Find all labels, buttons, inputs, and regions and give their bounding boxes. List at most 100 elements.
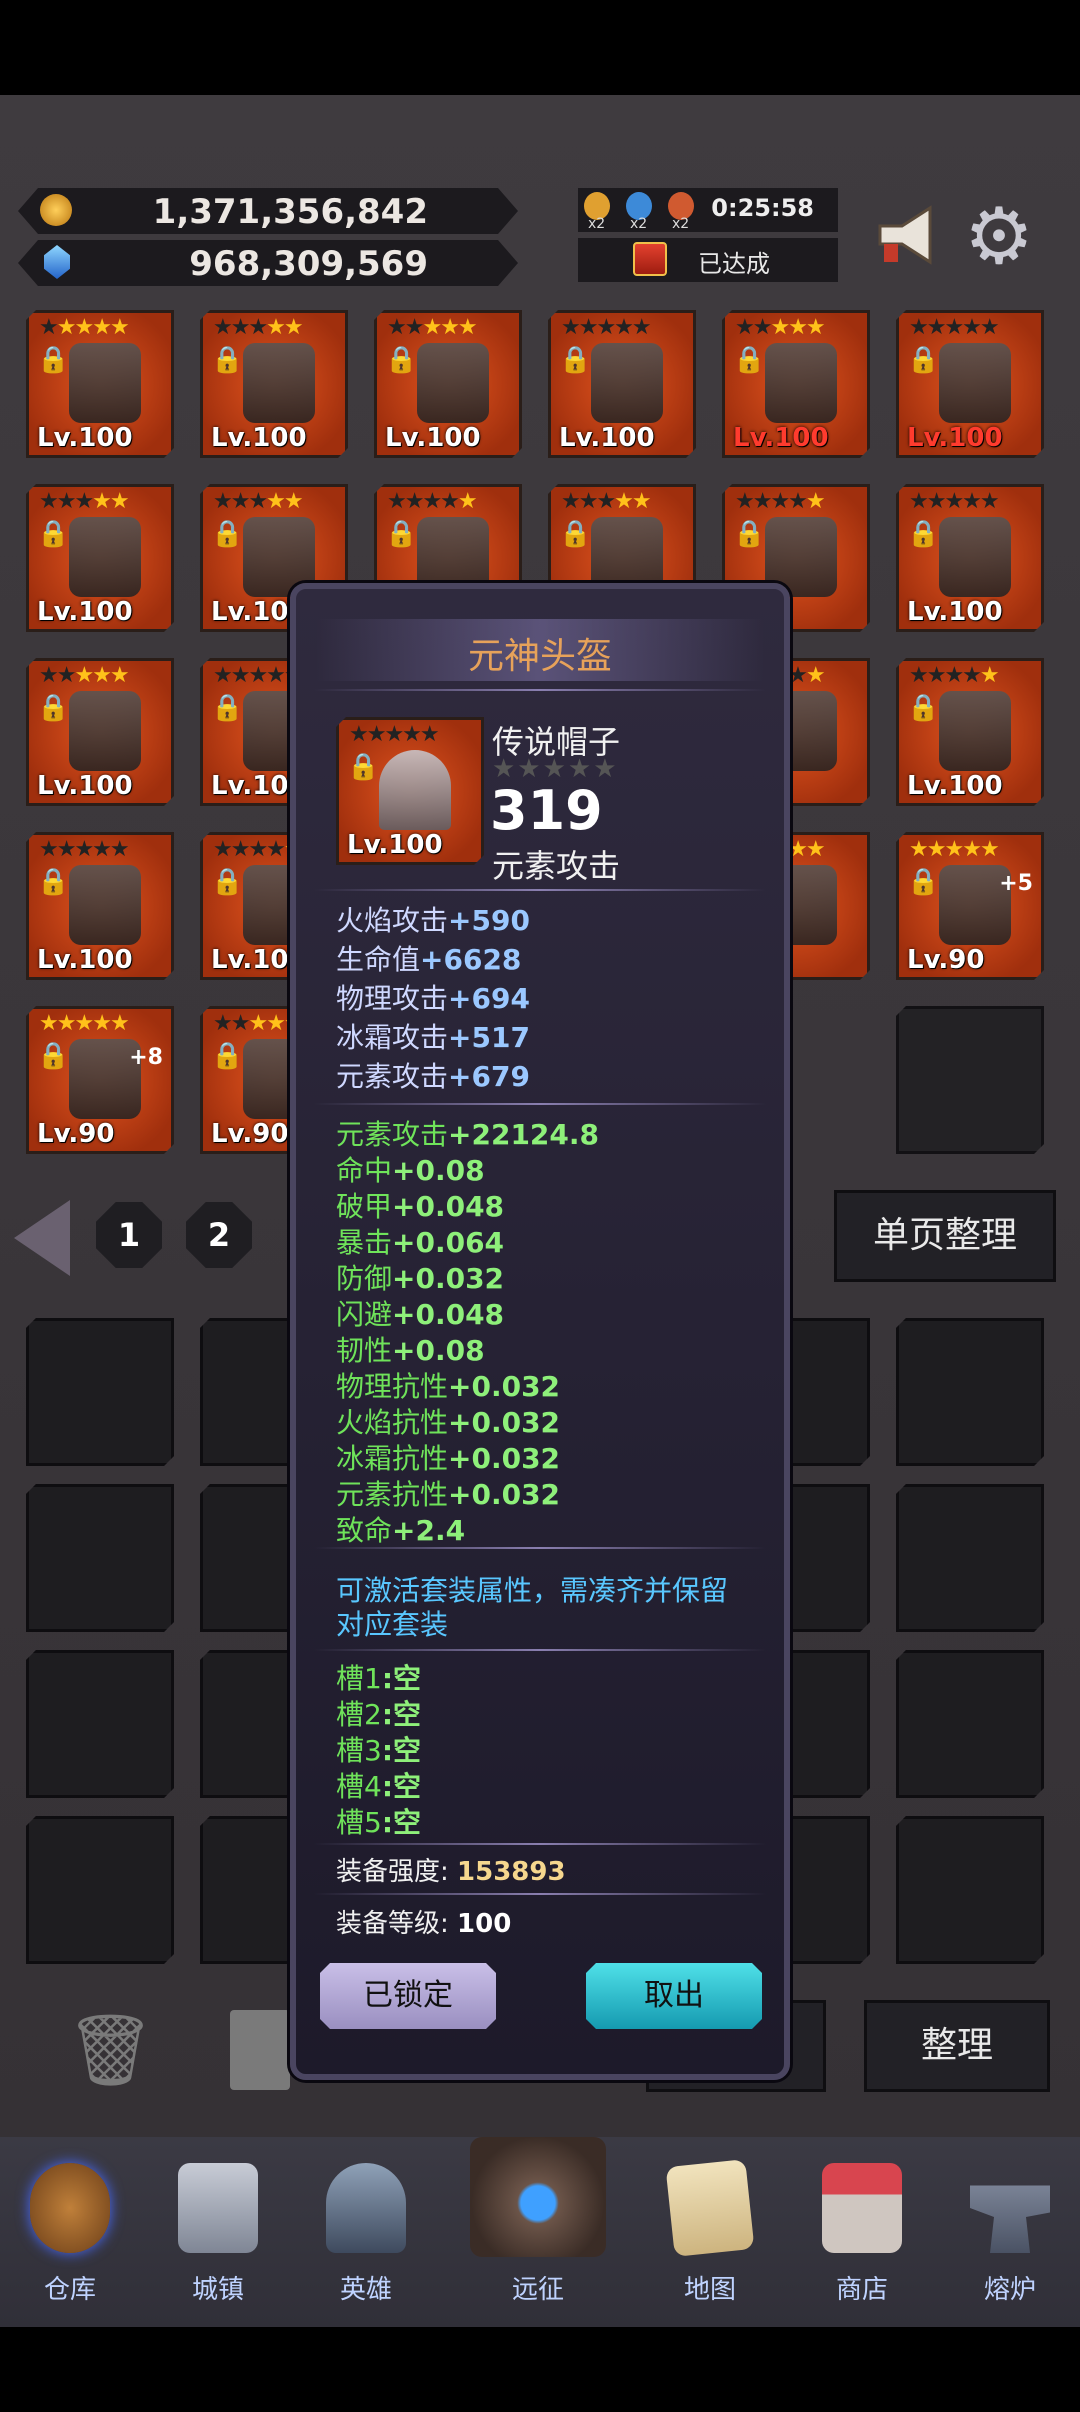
item-graphic (243, 343, 315, 423)
base-stat: 火焰攻击+590 (336, 904, 530, 937)
sort-page-button[interactable]: 单页整理 (834, 1190, 1056, 1282)
item-level: Lv.100 (37, 771, 133, 801)
empty-slot[interactable] (896, 1816, 1044, 1964)
set-note-line2: 对应套装 (336, 1608, 449, 1641)
gem-counter: 968,309,569 (18, 240, 518, 286)
item-graphic (939, 691, 1011, 771)
item-icon-stars: ★★★★★ (349, 722, 438, 747)
locked-button[interactable]: 已锁定 (320, 1963, 496, 2029)
empty-slot[interactable] (896, 1484, 1044, 1632)
system-nav-bar (0, 2327, 1080, 2412)
socket-row: 槽4:空 (336, 1770, 422, 1803)
inventory-item[interactable]: ★★★★★ 🔒 Lv.100 (26, 484, 174, 632)
lock-icon: 🔒 (385, 519, 418, 549)
empty-slot[interactable] (26, 1816, 174, 1964)
lock-icon: 🔒 (211, 693, 244, 723)
nav-town[interactable]: 城镇 (148, 2137, 288, 2327)
gem-buff-icon: x2 (626, 192, 652, 232)
nav-map[interactable]: 地图 (640, 2137, 780, 2327)
base-stat: 生命值+6628 (336, 943, 522, 976)
extra-stat: 暴击+0.064 (336, 1226, 505, 1259)
nav-shop[interactable]: 商店 (792, 2137, 932, 2327)
trash-icon[interactable]: 🗑 (66, 2010, 155, 2090)
item-stars: ★★★★★ (387, 489, 476, 514)
enhance-level: +8 (129, 1045, 163, 1070)
anvil-icon (970, 2185, 1050, 2253)
gold-coin-icon (40, 194, 72, 226)
sort-button[interactable]: 整理 (864, 2000, 1050, 2092)
item-graphic (69, 343, 141, 423)
inventory-item[interactable]: ★★★★★ 🔒 +8 Lv.90 (26, 1006, 174, 1154)
page-button-2[interactable]: 2 (186, 1202, 252, 1268)
inventory-item[interactable]: ★★★★★ 🔒 Lv.100 (548, 310, 696, 458)
item-stars: ★★★★★ (909, 315, 998, 340)
empty-slot[interactable] (896, 1650, 1044, 1798)
item-stars: ★★★★★ (39, 489, 128, 514)
extra-stat: 破甲+0.048 (336, 1190, 505, 1223)
item-stars: ★★★★★ (909, 489, 998, 514)
inventory-item[interactable]: ★★★★★ 🔒 Lv.100 (896, 310, 1044, 458)
helmet-graphic (379, 750, 451, 830)
exp-buff-icon: x2 (668, 192, 694, 232)
socket-row: 槽1:空 (336, 1662, 422, 1695)
popup-title: 元神头盔 (467, 636, 612, 677)
buff-row[interactable]: x2 x2 x2 0:25:58 (578, 188, 838, 232)
base-stat: 物理攻击+694 (336, 982, 530, 1015)
settings-gear-icon[interactable]: ⚙ (960, 198, 1038, 276)
item-graphic (939, 343, 1011, 423)
empty-slot[interactable] (26, 1484, 174, 1632)
megaphone-icon[interactable] (872, 200, 942, 270)
nav-warehouse[interactable]: 仓库 (0, 2137, 140, 2327)
book-icon[interactable] (230, 2010, 290, 2090)
item-graphic (69, 865, 141, 945)
gold-counter: 1,371,356,842 (18, 188, 518, 234)
shop-icon (822, 2163, 902, 2253)
grade-row: 装备等级: 100 (336, 1909, 512, 1939)
inventory-item[interactable]: ★★★★★ 🔒 Lv.100 (896, 658, 1044, 806)
lock-icon: 🔒 (559, 519, 592, 549)
item-element-type: 元素攻击 (492, 847, 621, 885)
inventory-item[interactable]: ★★★★★ 🔒 Lv.100 (374, 310, 522, 458)
extra-stat: 闪避+0.048 (336, 1298, 505, 1331)
achievement-banner[interactable]: 已达成 (578, 238, 838, 282)
nav-forge[interactable]: 熔炉 (940, 2137, 1080, 2327)
strength-row: 装备强度: 153893 (336, 1857, 566, 1887)
item-stars: ★★★★★ (213, 663, 302, 688)
extra-stat: 火焰抗性+0.032 (336, 1406, 561, 1439)
inventory-item[interactable]: ★★★★★ 🔒 Lv.100 (26, 310, 174, 458)
empty-slot[interactable] (26, 1650, 174, 1798)
empty-slot[interactable] (26, 1318, 174, 1466)
item-icon: ★★★★★ 🔒 Lv.100 (336, 717, 484, 865)
empty-slot[interactable] (896, 1318, 1044, 1466)
warehouse-bag-icon (30, 2163, 110, 2253)
map-scroll-icon (665, 2159, 755, 2257)
lock-icon: 🔒 (37, 693, 70, 723)
take-out-button[interactable]: 取出 (586, 1963, 762, 2029)
gift-icon (633, 242, 667, 276)
inventory-item[interactable]: ★★★★★ 🔒 Lv.100 (200, 310, 348, 458)
socket-row: 槽3:空 (336, 1734, 422, 1767)
helmet-icon (326, 2163, 406, 2253)
empty-inventory-slot[interactable] (896, 1006, 1044, 1154)
item-icon-level: Lv.100 (347, 830, 443, 860)
status-bar (0, 0, 1080, 95)
inventory-item[interactable]: ★★★★★ 🔒 Lv.100 (896, 484, 1044, 632)
lock-icon: 🔒 (37, 519, 70, 549)
item-stars: ★★★★★ (909, 663, 998, 688)
bottom-nav: 仓库 城镇 英雄 远征 地图 商店 熔炉 (0, 2137, 1080, 2327)
item-level: Lv.100 (37, 945, 133, 975)
gem-icon (44, 245, 70, 279)
nav-expedition[interactable]: 远征 (468, 2137, 608, 2327)
inventory-item[interactable]: ★★★★★ 🔒 Lv.100 (722, 310, 870, 458)
item-graphic (69, 517, 141, 597)
inventory-item[interactable]: ★★★★★ 🔒 Lv.100 (26, 832, 174, 980)
prev-page-arrow-icon[interactable] (14, 1200, 70, 1276)
page-button-1[interactable]: 1 (96, 1202, 162, 1268)
item-stars: ★★★★★ (39, 663, 128, 688)
lock-icon: 🔒 (907, 693, 940, 723)
base-stat: 冰霜攻击+517 (336, 1021, 530, 1054)
buff-panel: x2 x2 x2 0:25:58 已达成 (578, 188, 838, 283)
nav-hero[interactable]: 英雄 (296, 2137, 436, 2327)
inventory-item[interactable]: ★★★★★ 🔒 Lv.100 (26, 658, 174, 806)
inventory-item[interactable]: ★★★★★ 🔒 +5 Lv.90 (896, 832, 1044, 980)
